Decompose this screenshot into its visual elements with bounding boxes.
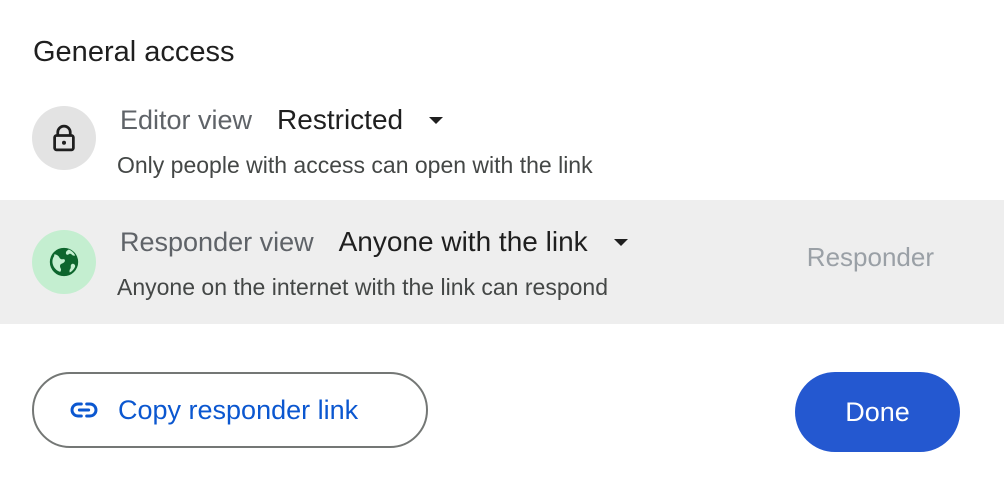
chevron-down-icon: [613, 238, 628, 246]
chevron-down-icon: [429, 116, 444, 124]
responder-access-row: Responder view Anyone with the link Anyo…: [0, 200, 1004, 324]
lock-icon: [49, 123, 79, 153]
responder-access-description: Anyone on the internet with the link can…: [117, 274, 608, 300]
globe-icon: [47, 245, 81, 279]
responder-access-value: Anyone with the link: [338, 226, 588, 257]
responder-role-label: Responder: [806, 242, 934, 272]
editor-access-description: Only people with access can open with th…: [117, 152, 593, 178]
editor-access-value: Restricted: [277, 104, 404, 135]
link-icon: [68, 394, 100, 426]
editor-access-dropdown[interactable]: Restricted: [277, 104, 444, 136]
editor-access-row: Editor view Restricted Only people with …: [0, 78, 1004, 202]
done-button[interactable]: Done: [795, 372, 960, 452]
general-access-panel: General access Editor view Restricted On…: [0, 0, 1004, 492]
lock-avatar: [32, 106, 96, 170]
globe-avatar: [32, 230, 96, 294]
responder-access-dropdown[interactable]: Anyone with the link: [339, 226, 628, 258]
responder-view-label: Responder view: [120, 226, 314, 257]
copy-responder-link-label: Copy responder link: [118, 394, 359, 425]
editor-view-label: Editor view: [120, 104, 253, 135]
section-title: General access: [33, 36, 235, 68]
copy-responder-link-button[interactable]: Copy responder link: [32, 372, 428, 448]
